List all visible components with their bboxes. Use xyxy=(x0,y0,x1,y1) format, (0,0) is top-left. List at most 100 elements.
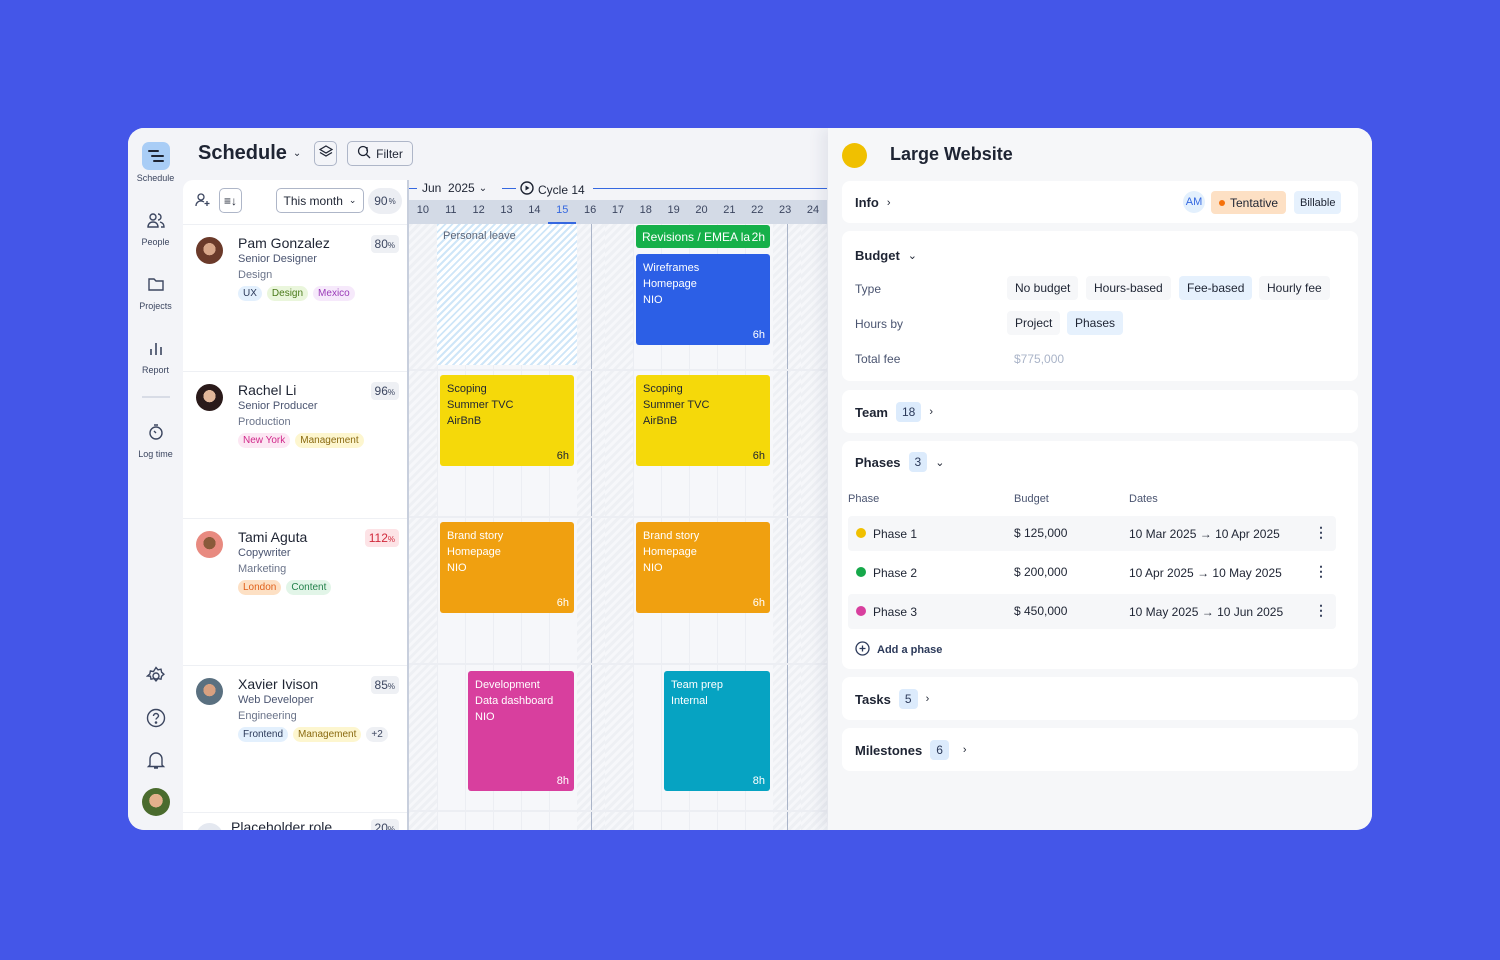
allocation-hours: 8h xyxy=(752,775,765,787)
sort-button[interactable]: ≡↓ xyxy=(219,188,242,213)
person-row[interactable]: Pam Gonzalez Senior Designer Design UX De… xyxy=(183,224,407,371)
utilization-badge: 85% xyxy=(370,676,399,694)
allocation-title: Wireframes xyxy=(643,262,700,274)
schedule-timeline: Jun 2025 ⌄ Cycle 14 10 11 12 13 14 15 16 17 18 19… xyxy=(409,180,827,830)
budget-type-option-selected[interactable]: Fee-based xyxy=(1179,276,1253,300)
status-text: Tentative xyxy=(1230,195,1279,210)
more-vertical-icon[interactable]: ⋮ xyxy=(1314,602,1328,619)
sort-icon: ≡↓ xyxy=(223,193,237,208)
day-label: 13 xyxy=(500,204,513,216)
person-row[interactable]: Rachel Li Senior Producer Production New… xyxy=(183,371,407,518)
allocation-project: Summer TVC xyxy=(447,399,514,411)
allocation-project: Internal xyxy=(671,695,708,707)
person-name: Rachel Li xyxy=(238,382,297,398)
phase-name: Phase 1 xyxy=(873,527,918,541)
tag: Content xyxy=(286,580,332,595)
day-label: 22 xyxy=(751,204,764,216)
allocation-project: Homepage xyxy=(643,546,697,558)
time-off-block[interactable]: Personal leave xyxy=(437,224,577,365)
tasks-card[interactable]: Tasks 5 › xyxy=(842,677,1358,720)
avatar xyxy=(196,678,223,705)
allocation-client: NIO xyxy=(447,562,467,574)
day-column xyxy=(633,224,634,830)
filter-button[interactable]: Filter xyxy=(347,141,413,166)
allocation-block[interactable]: Development Data dashboard NIO 8h xyxy=(468,671,574,791)
phase-row[interactable]: Phase 1 $ 125,000 10 Mar 2025 → 10 Apr 202… xyxy=(848,516,1336,551)
phases-count: 3 xyxy=(908,452,928,472)
total-fee-value[interactable]: $775,000 xyxy=(1014,352,1064,366)
allocation-block[interactable]: Team prep Internal 8h xyxy=(664,671,770,791)
budget-type-option[interactable]: Hours-based xyxy=(1086,276,1171,300)
milestones-header[interactable]: Milestones 6 › xyxy=(855,740,967,760)
phase-row[interactable]: Phase 3 $ 450,000 10 May 2025 → 10 Jun 202… xyxy=(848,594,1336,629)
gear-icon[interactable] xyxy=(128,666,183,686)
layers-icon xyxy=(318,145,333,162)
page-title[interactable]: Schedule ⌄ xyxy=(198,142,301,165)
team-header[interactable]: Team 18 › xyxy=(855,402,933,422)
filter-search-icon xyxy=(357,145,371,162)
budget-type-option[interactable]: No budget xyxy=(1007,276,1079,300)
phase-color-dot xyxy=(856,567,866,577)
allocation-block[interactable]: Revisions / EMEA la 2h xyxy=(636,225,770,248)
sidebar-item-log-time[interactable]: Log time xyxy=(128,418,183,459)
phase-end-date: 10 Apr 2025 xyxy=(1215,527,1280,541)
info-card[interactable]: Info › AM Tentative Billable xyxy=(842,181,1358,223)
phase-budget: $ 125,000 xyxy=(1014,526,1068,540)
layers-button[interactable] xyxy=(314,141,337,166)
sidebar-item-label: Schedule xyxy=(136,173,175,183)
range-select[interactable]: This month ⌄ xyxy=(276,188,364,213)
sidebar-item-projects[interactable]: Projects xyxy=(128,270,183,311)
tasks-header[interactable]: Tasks 5 › xyxy=(855,689,929,709)
people-toolbar: ≡↓ This month ⌄ 90% xyxy=(183,180,407,224)
day-label: 21 xyxy=(723,204,736,216)
milestones-label: Milestones xyxy=(855,742,923,758)
phase-budget: $ 200,000 xyxy=(1014,565,1068,579)
person-row[interactable]: Xavier Ivison Web Developer Engineering … xyxy=(183,665,407,812)
sidebar-item-label: People xyxy=(141,237,170,247)
hours-by-option[interactable]: Project xyxy=(1007,311,1061,335)
help-icon[interactable] xyxy=(128,708,183,728)
bell-icon[interactable] xyxy=(128,750,183,770)
user-avatar[interactable] xyxy=(128,788,183,816)
phase-row[interactable]: Phase 2 $ 200,000 10 Apr 2025 → 10 May 202… xyxy=(848,555,1336,590)
more-vertical-icon[interactable]: ⋮ xyxy=(1314,563,1328,580)
sidebar-item-label: Report xyxy=(141,365,169,375)
allocation-block[interactable]: Brand story Homepage NIO 6h xyxy=(440,522,574,613)
info-header[interactable]: Info › xyxy=(855,195,891,210)
sidebar-item-schedule[interactable]: Schedule xyxy=(128,142,183,183)
phases-header[interactable]: Phases 3 ⌄ xyxy=(855,452,944,472)
allocation-client: NIO xyxy=(643,562,663,574)
person-row[interactable]: Tami Aguta Copywriter Marketing London Co… xyxy=(183,518,407,665)
chevron-right-icon: › xyxy=(962,744,967,756)
allocation-block[interactable]: Brand story Homepage NIO 6h xyxy=(636,522,770,613)
sidebar-item-people[interactable]: People xyxy=(128,206,183,247)
budget-header[interactable]: Budget ⌄ xyxy=(855,248,917,263)
billable-badge[interactable]: Billable xyxy=(1294,191,1342,214)
person-row-placeholder[interactable]: Placeholder role 20% xyxy=(183,812,407,830)
person-department: Production xyxy=(238,416,291,428)
status-badge[interactable]: Tentative xyxy=(1211,191,1287,214)
phase-dates: 10 Apr 2025 → 10 May 2025 xyxy=(1129,566,1282,580)
person-role: Copywriter xyxy=(238,547,291,559)
allocation-block[interactable]: Wireframes Homepage NIO 6h xyxy=(636,254,770,345)
allocation-block[interactable]: Scoping Summer TVC AirBnB 6h xyxy=(440,375,574,466)
cycle-label[interactable]: Cycle 14 xyxy=(520,181,585,198)
milestones-card[interactable]: Milestones 6 › xyxy=(842,728,1358,771)
phase-name: Phase 2 xyxy=(873,566,918,580)
budget-type-option[interactable]: Hourly fee xyxy=(1259,276,1330,300)
owner-initials: AM xyxy=(1185,196,1203,208)
more-vertical-icon[interactable]: ⋮ xyxy=(1314,524,1328,541)
allocation-title: Team prep xyxy=(671,679,723,691)
allocation-hours: 6h xyxy=(752,597,765,609)
month-selector[interactable]: Jun 2025 ⌄ xyxy=(422,181,487,195)
phase-end-date: 10 Jun 2025 xyxy=(1217,605,1284,619)
sidebar-item-report[interactable]: Report xyxy=(128,334,183,375)
day-label: 16 xyxy=(583,204,597,216)
team-card[interactable]: Team 18 › xyxy=(842,390,1358,433)
add-person-icon[interactable] xyxy=(195,192,211,213)
allocation-client: AirBnB xyxy=(643,415,678,427)
add-phase-button[interactable]: Add a phase xyxy=(855,641,942,659)
hours-by-option-selected[interactable]: Phases xyxy=(1067,311,1124,335)
allocation-block[interactable]: Scoping Summer TVC AirBnB 6h xyxy=(636,375,770,466)
allocation-hours: 6h xyxy=(752,450,765,462)
